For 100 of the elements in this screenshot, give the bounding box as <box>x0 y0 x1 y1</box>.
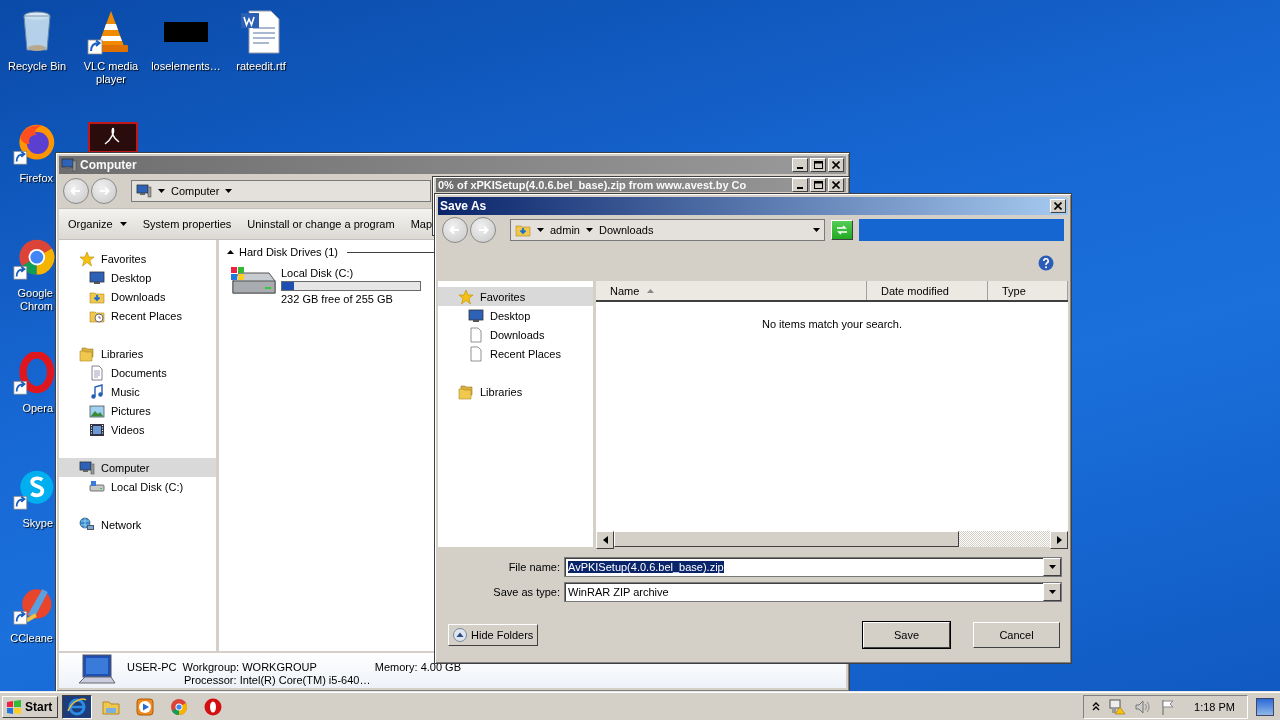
group-header: Hard Disk Drives (1) <box>239 246 338 258</box>
nav-item[interactable]: Recent Places <box>438 344 593 363</box>
toolbar-button[interactable]: Uninstall or change a program <box>247 218 395 230</box>
scroll-right-button[interactable] <box>1050 531 1068 549</box>
toolbar-button[interactable]: System properties <box>142 218 232 230</box>
nav-item[interactable]: Desktop <box>438 306 593 325</box>
minimize-button[interactable] <box>792 158 808 172</box>
minimize-icon <box>797 167 803 169</box>
breadcrumb-item[interactable]: admin <box>550 224 580 236</box>
globe-icon[interactable] <box>13 122 57 166</box>
show-desktop-button[interactable] <box>1256 697 1274 716</box>
scroll-left-button[interactable] <box>596 531 614 549</box>
column-header[interactable]: Date modified <box>867 281 988 300</box>
download-folder-icon <box>515 222 531 238</box>
toolbar-button[interactable]: Map <box>410 218 433 230</box>
dialog-button[interactable]: Cancel <box>973 622 1060 648</box>
breadcrumb-item[interactable]: Computer <box>171 185 220 197</box>
drive-item[interactable]: Local Disk (C:) 232 GB free of 255 GB <box>227 264 427 306</box>
nav-item[interactable]: Computer <box>59 458 216 477</box>
nav-item[interactable]: Videos <box>59 420 216 439</box>
play-icon <box>135 696 156 717</box>
speaker-icon[interactable] <box>1134 698 1153 715</box>
start-button[interactable]: Start <box>2 695 59 718</box>
workgroup-text: Workgroup: WORKGROUP <box>182 661 317 674</box>
computer-icon <box>77 653 117 687</box>
network-icon[interactable] <box>1108 698 1127 715</box>
caret-icon <box>585 228 593 232</box>
horizontal-scrollbar[interactable] <box>596 531 1068 547</box>
nav-item[interactable]: Desktop <box>59 268 216 287</box>
file-type-field[interactable]: WinRAR ZIP archive <box>564 582 1062 602</box>
toolbar-button[interactable]: Organize <box>68 218 127 230</box>
address-bar[interactable]: Computer <box>131 180 431 202</box>
taskbar-button[interactable] <box>62 694 93 719</box>
icon-label: Recycle Bin <box>7 60 67 73</box>
help-icon[interactable] <box>1038 255 1054 271</box>
forward-arrow-icon <box>97 184 111 198</box>
document-icon <box>89 364 105 381</box>
nav-item[interactable]: Network <box>59 515 216 534</box>
computer-icon <box>79 459 95 476</box>
ring-icon[interactable] <box>13 352 57 396</box>
nav-item[interactable]: Favorites <box>59 249 216 268</box>
collapse-caret-icon[interactable] <box>227 250 234 254</box>
caret-icon <box>537 228 544 232</box>
search-field[interactable] <box>859 219 1064 241</box>
back-button[interactable] <box>63 178 89 204</box>
app-icon[interactable] <box>88 122 138 152</box>
back-arrow-icon <box>448 223 462 237</box>
dropdown-button[interactable] <box>1043 558 1061 576</box>
column-header[interactable]: Type <box>988 281 1068 300</box>
collapse-icon <box>453 628 467 642</box>
sort-caret-icon <box>647 288 655 293</box>
nav-item[interactable]: Libraries <box>438 382 593 401</box>
column-header[interactable]: Name <box>596 281 867 300</box>
dialog-button[interactable]: Save <box>863 622 950 648</box>
refresh-icon <box>835 224 849 236</box>
close-button[interactable] <box>1050 199 1066 213</box>
dropdown-caret-icon <box>813 228 820 232</box>
forward-button[interactable] <box>91 178 117 204</box>
nav-item[interactable]: Downloads <box>59 287 216 306</box>
nav-item[interactable]: Documents <box>59 363 216 382</box>
hide-folders-button[interactable]: Hide Folders <box>448 624 539 646</box>
nav-item[interactable]: Music <box>59 382 216 401</box>
star-icon <box>458 288 474 305</box>
monitor-icon <box>468 307 484 324</box>
star-icon <box>79 250 95 267</box>
file-name-field[interactable]: AvPKISetup(4.0.6.bel_base).zip <box>564 557 1062 577</box>
circle-logo-icon <box>169 696 190 717</box>
folder-stack-icon <box>79 345 95 362</box>
address-bar[interactable]: admin Downloads <box>510 219 825 241</box>
nav-item[interactable]: Recent Places <box>59 306 216 325</box>
minimize-button[interactable] <box>792 178 808 192</box>
breadcrumb-item[interactable]: Downloads <box>598 224 654 236</box>
nav-item[interactable]: Libraries <box>59 344 216 363</box>
flag-logo-icon <box>6 698 22 715</box>
dropdown-button[interactable] <box>1043 583 1061 601</box>
dialog-title: Save As <box>440 199 488 213</box>
icon-label: Google Chrom <box>16 287 53 313</box>
nav-item[interactable]: Pictures <box>59 401 216 420</box>
drive-icon <box>89 478 105 495</box>
close-button[interactable] <box>828 178 844 192</box>
nav-item[interactable]: Local Disk (C:) <box>59 477 216 496</box>
icon-label: VLC media player <box>82 60 140 86</box>
forward-button[interactable] <box>470 217 496 243</box>
maximize-button[interactable] <box>810 178 826 192</box>
close-button[interactable] <box>828 158 844 172</box>
forward-arrow-icon <box>476 223 490 237</box>
refresh-button[interactable] <box>831 220 853 240</box>
nav-item[interactable]: Downloads <box>438 325 593 344</box>
back-button[interactable] <box>442 217 468 243</box>
maximize-button[interactable] <box>810 158 826 172</box>
circle-logo-icon[interactable] <box>13 237 57 281</box>
ring-icon <box>203 696 224 717</box>
nav-item[interactable]: Favorites <box>438 287 593 306</box>
picture-icon <box>89 402 105 419</box>
window-title: Computer <box>80 158 138 172</box>
icon-label: rateedit.rtf <box>236 60 286 73</box>
page-icon <box>468 326 484 343</box>
folder-stack-icon <box>458 383 474 400</box>
chevron-icon[interactable] <box>1092 701 1101 712</box>
clock[interactable]: 1:18 PM <box>1194 700 1235 713</box>
